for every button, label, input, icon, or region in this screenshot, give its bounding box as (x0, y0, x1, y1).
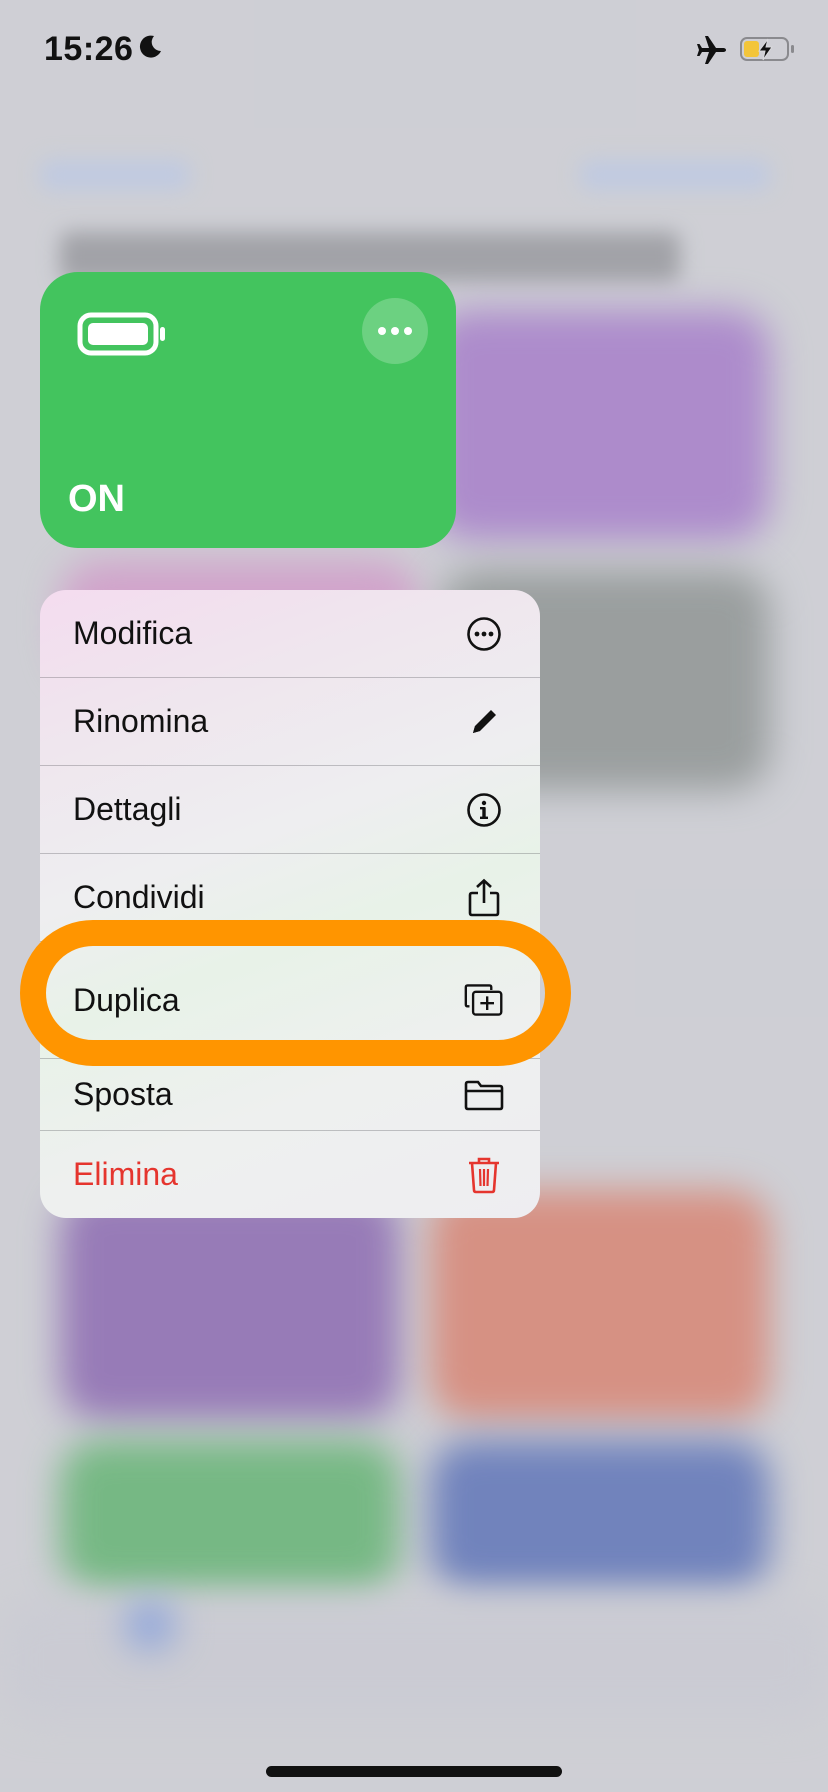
highlight-annotation (20, 920, 571, 1066)
status-time: 15:26 (44, 30, 134, 68)
menu-item-dettagli[interactable]: Dettagli (40, 766, 540, 854)
menu-item-label: Modifica (73, 615, 193, 651)
battery-charging-icon (740, 37, 794, 61)
menu-item-label: Dettagli (73, 791, 182, 827)
menu-item-sposta[interactable]: Sposta (40, 1059, 540, 1131)
menu-item-label: Sposta (73, 1076, 173, 1112)
shortcut-title: ON (68, 478, 125, 520)
folder-icon (464, 1075, 504, 1115)
info-circle-icon (464, 790, 504, 830)
menu-item-label: Elimina (73, 1156, 178, 1192)
menu-item-label: Rinomina (73, 703, 209, 739)
battery-icon (77, 312, 165, 356)
menu-item-elimina[interactable]: Elimina (40, 1131, 540, 1218)
more-options-button[interactable] (362, 298, 428, 364)
moon-icon (139, 35, 161, 58)
context-menu: Modifica Rinomina Dettagli Condividi Dup… (40, 590, 540, 1218)
ellipsis-circle-icon (464, 614, 504, 654)
shortcut-tile[interactable]: ON (40, 272, 456, 548)
share-icon (464, 878, 504, 918)
trash-icon (464, 1155, 504, 1195)
pencil-icon (464, 702, 504, 742)
home-indicator[interactable] (266, 1766, 562, 1777)
menu-item-modifica[interactable]: Modifica (40, 590, 540, 678)
ellipsis-icon (378, 327, 386, 335)
airplane-icon (697, 36, 726, 64)
menu-item-label: Condividi (73, 879, 205, 915)
menu-item-rinomina[interactable]: Rinomina (40, 678, 540, 766)
status-bar: 15:26 (0, 0, 828, 100)
